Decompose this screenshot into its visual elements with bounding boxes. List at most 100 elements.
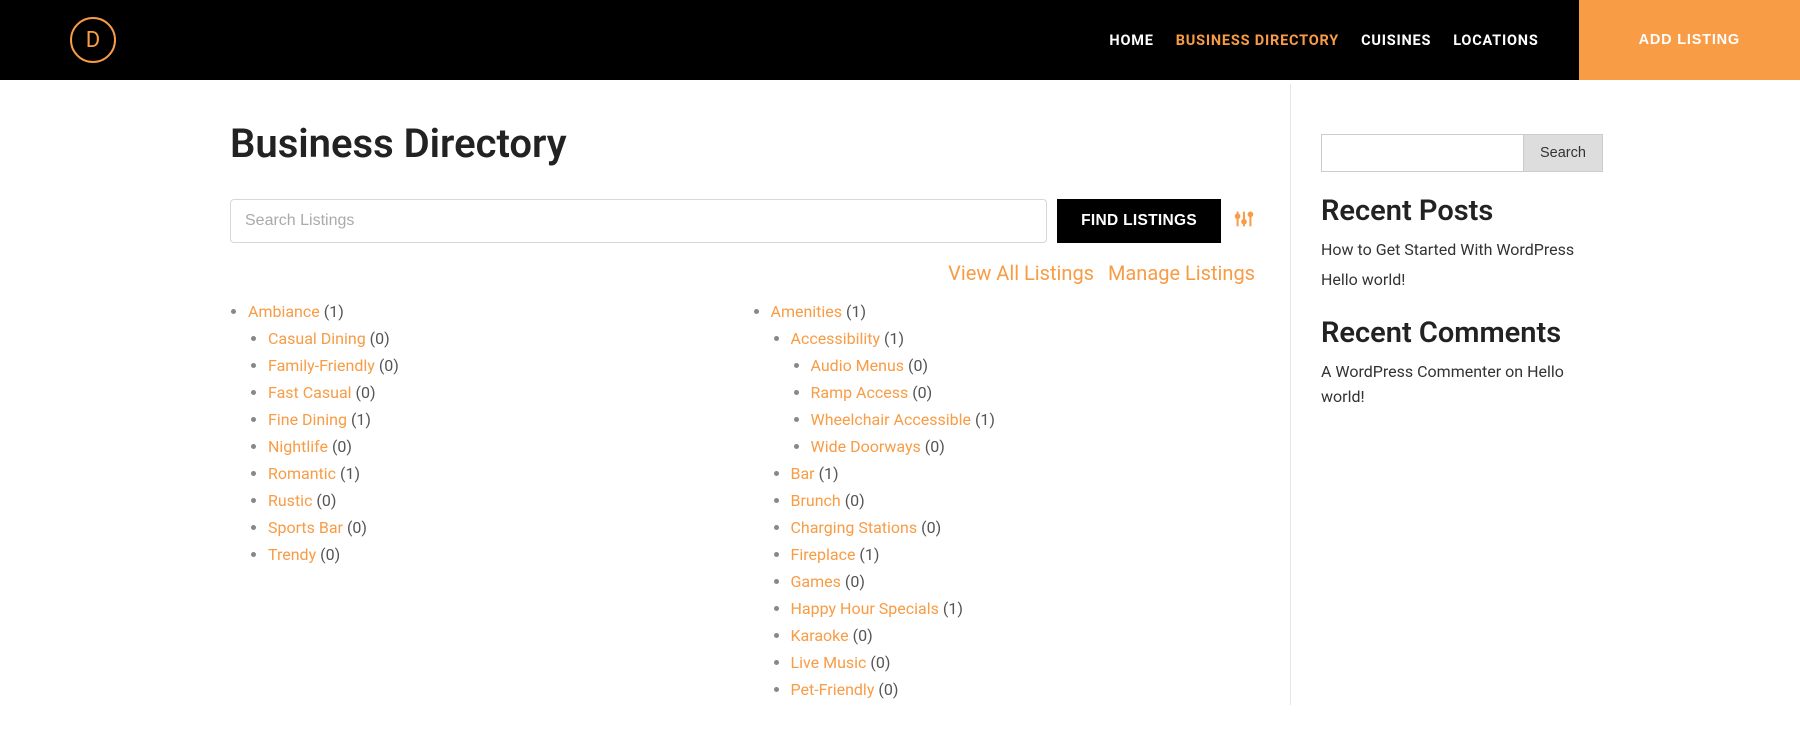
nav-cuisines[interactable]: Cuisines [1361,32,1431,49]
search-row: Find Listings [230,199,1255,243]
page-title: Business Directory [230,120,1255,167]
category-list: Amenities (1)Accessibility (1)Audio Menu… [753,300,1256,702]
search-input[interactable] [230,199,1047,243]
category-count: (1) [347,410,371,429]
category-item: Nightlife (0) [268,435,733,459]
category-link[interactable]: Pet-Friendly [791,680,875,699]
category-link[interactable]: Sports Bar [268,518,343,537]
category-count: (0) [866,653,890,672]
listing-links-row: View All Listings Manage Listings [230,261,1255,285]
recent-post-link[interactable]: How to Get Started With WordPress [1321,240,1574,259]
nav-locations[interactable]: Locations [1453,32,1538,49]
category-count: (0) [841,491,865,510]
category-count: (0) [375,356,399,375]
page-container: Business Directory Find Listings View Al… [210,80,1590,705]
category-link[interactable]: Karaoke [791,626,849,645]
category-link[interactable]: Rustic [268,491,312,510]
logo[interactable]: D [70,17,116,63]
category-link[interactable]: Wheelchair Accessible [811,410,971,429]
category-item: Ambiance (1)Casual Dining (0)Family-Frie… [248,300,733,567]
category-count: (0) [917,518,941,537]
category-link[interactable]: Family-Friendly [268,356,375,375]
main-content: Business Directory Find Listings View Al… [210,120,1290,705]
category-item: Wheelchair Accessible (1) [811,408,1256,432]
category-link[interactable]: Fireplace [791,545,856,564]
main-nav: Home Business Directory Cuisines Locatio… [1109,32,1578,49]
category-count: (0) [908,383,932,402]
categories-col1: Ambiance (1)Casual Dining (0)Family-Frie… [230,297,733,705]
category-item: Audio Menus (0) [811,354,1256,378]
category-item: Ramp Access (0) [811,381,1256,405]
category-sublist: Accessibility (1)Audio Menus (0)Ramp Acc… [771,327,1256,702]
find-listings-button[interactable]: Find Listings [1057,199,1221,243]
category-link[interactable]: Fast Casual [268,383,352,402]
category-item: Charging Stations (0) [791,516,1256,540]
category-count: (1) [842,302,866,321]
filter-icon[interactable] [1233,208,1255,234]
category-count: (1) [336,464,360,483]
category-item: Happy Hour Specials (1) [791,597,1256,621]
category-count: (1) [855,545,879,564]
category-item: Casual Dining (0) [268,327,733,351]
category-list: Ambiance (1)Casual Dining (0)Family-Frie… [230,300,733,567]
category-link[interactable]: Ambiance [248,302,320,321]
category-count: (0) [366,329,390,348]
category-count: (1) [939,599,963,618]
category-link[interactable]: Accessibility [791,329,881,348]
category-item: Family-Friendly (0) [268,354,733,378]
view-all-listings-link[interactable]: View All Listings [948,261,1094,285]
category-link[interactable]: Audio Menus [811,356,905,375]
category-item: Amenities (1)Accessibility (1)Audio Menu… [771,300,1256,702]
category-item: Fast Casual (0) [268,381,733,405]
categories: Ambiance (1)Casual Dining (0)Family-Frie… [230,297,1255,705]
category-link[interactable]: Charging Stations [791,518,918,537]
category-link[interactable]: Games [791,572,841,591]
category-count: (0) [849,626,873,645]
category-link[interactable]: Wide Doorways [811,437,921,456]
category-item: Karaoke (0) [791,624,1256,648]
category-link[interactable]: Amenities [771,302,843,321]
list-item: Hello world! [1321,268,1590,292]
category-link[interactable]: Ramp Access [811,383,909,402]
sidebar-search-input[interactable] [1321,134,1523,172]
category-link[interactable]: Live Music [791,653,867,672]
sidebar-search: Search [1321,134,1590,172]
category-link[interactable]: Fine Dining [268,410,347,429]
category-sublist: Audio Menus (0)Ramp Access (0)Wheelchair… [791,354,1256,459]
category-item: Live Music (0) [791,651,1256,675]
category-item: Fireplace (1) [791,543,1256,567]
category-count: (1) [320,302,344,321]
category-count: (1) [971,410,995,429]
manage-listings-link[interactable]: Manage Listings [1108,261,1255,285]
category-count: (1) [880,329,904,348]
category-item: Wide Doorways (0) [811,435,1256,459]
category-count: (0) [343,518,367,537]
add-listing-button[interactable]: Add Listing [1579,0,1800,80]
category-link[interactable]: Bar [791,464,815,483]
category-link[interactable]: Casual Dining [268,329,366,348]
nav-home[interactable]: Home [1109,32,1153,49]
category-count: (0) [841,572,865,591]
sidebar-search-button[interactable]: Search [1523,134,1603,172]
category-count: (0) [904,356,928,375]
category-count: (0) [312,491,336,510]
category-item: Bar (1) [791,462,1256,486]
category-item: Sports Bar (0) [268,516,733,540]
comment-on-text: on [1501,362,1527,381]
category-count: (0) [874,680,898,699]
category-item: Pet-Friendly (0) [791,678,1256,702]
logo-letter: D [86,28,100,53]
category-link[interactable]: Nightlife [268,437,328,456]
category-link[interactable]: Happy Hour Specials [791,599,939,618]
category-item: Fine Dining (1) [268,408,733,432]
category-item: Romantic (1) [268,462,733,486]
recent-post-link[interactable]: Hello world! [1321,270,1405,289]
nav-business-directory[interactable]: Business Directory [1176,32,1339,49]
category-link[interactable]: Brunch [791,491,841,510]
category-link[interactable]: Trendy [268,545,316,564]
category-sublist: Casual Dining (0)Family-Friendly (0)Fast… [248,327,733,567]
site-header: D Home Business Directory Cuisines Locat… [0,0,1800,80]
category-link[interactable]: Romantic [268,464,336,483]
category-item: Accessibility (1)Audio Menus (0)Ramp Acc… [791,327,1256,459]
recent-posts-list: How to Get Started With WordPress Hello … [1321,238,1590,292]
